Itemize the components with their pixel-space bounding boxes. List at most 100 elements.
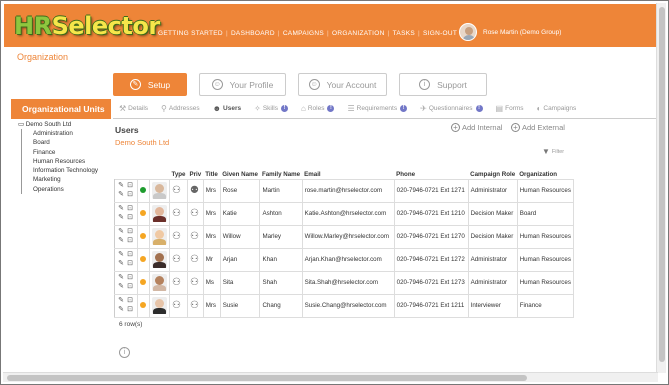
vertical-scrollbar[interactable] [656,3,666,373]
cell-email: Willow.Marley@hrselector.com [301,224,395,249]
edit-icon[interactable]: ✎ [117,251,125,259]
status-cell [137,201,150,226]
lock-icon[interactable]: ⊡ [126,274,134,282]
scroll-thumb[interactable] [7,375,527,381]
lock-icon[interactable]: ⊡ [126,297,134,305]
user-type-icon: ⚇ [172,300,181,311]
edit-icon[interactable]: ✎ [117,205,125,213]
tab-support[interactable]: i Support [399,73,487,96]
scroll-thumb[interactable] [659,7,665,362]
row-actions: ✎ ⊡ ✎ ⊡ [114,224,138,249]
subtab-addresses[interactable]: ⚲ Addresses [161,104,200,113]
cell-family: Marley [259,224,303,249]
person-icon: ☺ [308,79,320,90]
status-cell [137,270,150,295]
table-row[interactable]: ✎ ⊡ ✎ ⊡ ⚇ ⚇ Mrs Katie Ashton Katie.Ashton@hrselec… [114,201,574,226]
lock-icon[interactable]: ⊡ [126,191,134,199]
cell-phone: 020-7946-0721 Ext 1271 [393,178,469,203]
priv-cell: ⚇ [186,293,204,318]
tree-item[interactable]: Board [33,138,98,147]
tree-item[interactable]: Marketing [33,175,98,184]
list-icon: ☰ [347,104,355,113]
cell-given: Sita [219,270,261,295]
user-menu[interactable]: Rose Martin (Demo Group) [459,23,561,41]
edit-icon[interactable]: ✎ [117,297,125,305]
table-row[interactable]: ✎ ⊡ ✎ ⊡ ⚇ ⚇ Ms Sita Shah Sita.Shah@hrselector.com… [114,270,574,295]
status-cell [137,247,150,272]
subtab-requirements[interactable]: ☰ Requirements! [347,104,408,113]
cell-given: Arjan [219,247,261,272]
edit-icon[interactable]: ✎ [117,228,125,236]
subtab-details[interactable]: ⚒ Details [119,104,148,113]
edit-icon[interactable]: ✎ [117,182,125,190]
edit-icon[interactable]: ✎ [117,274,125,282]
top-nav: GETTING STARTED | DASHBOARD | CAMPAIGNS | ORGA… [158,30,460,37]
tree-item[interactable]: Finance [33,148,98,157]
avatar [152,251,167,268]
nav-campaigns[interactable]: CAMPAIGNS [283,30,324,37]
cell-role: Interviewer [467,293,518,318]
edit-icon[interactable]: ✎ [117,306,125,314]
info-icon[interactable]: i [119,347,130,358]
column-header: Given Name [222,171,258,179]
edit-icon[interactable]: ✎ [117,214,125,222]
lock-icon[interactable]: ⊡ [126,260,134,268]
lock-icon[interactable]: ⊡ [126,214,134,222]
subtab-users[interactable]: ☻ Users [213,104,242,113]
horizontal-scrollbar[interactable] [3,372,658,382]
type-cell: ⚇ [169,293,188,318]
table-row[interactable]: ✎ ⊡ ✎ ⊡ ⚇ ⚇ Mrs Susie Chang Susie.Chang@hrselecto… [114,293,574,318]
cell-phone: 020-7946-0721 Ext 1272 [393,247,469,272]
column-header [115,171,138,179]
nav-organization[interactable]: ORGANIZATION [332,30,385,37]
lock-icon[interactable]: ⊡ [126,228,134,236]
subtab-questionnaires[interactable]: ✈ Questionnaires! [420,104,483,113]
tree-item[interactable]: Administration [33,129,98,138]
edit-icon[interactable]: ✎ [117,260,125,268]
subtab-skills[interactable]: ✧ Skills! [254,104,288,113]
type-cell: ⚇ [169,224,188,249]
nav-sign-out[interactable]: SIGN-OUT [423,30,457,37]
tab-your-account[interactable]: ☺ Your Account [298,73,387,96]
users-table: Type Priv Title Given Name Family Name Email P… [114,171,574,318]
add-internal-button[interactable]: + Add Internal [451,123,502,132]
add-external-button[interactable]: + Add External [511,123,565,132]
cell-role: Decision Maker [467,224,518,249]
nav-tasks[interactable]: TASKS [393,30,415,37]
status-dot [140,186,146,193]
lock-icon[interactable]: ⊡ [126,205,134,213]
lock-icon[interactable]: ⊡ [126,251,134,259]
edit-icon[interactable]: ✎ [117,237,125,245]
table-row[interactable]: ✎ ⊡ ✎ ⊡ ⚇ ⚉ Mrs Rose Martin rose.martin@hrselecto… [114,178,574,203]
nav-getting-started[interactable]: GETTING STARTED [158,30,223,37]
edit-icon[interactable]: ✎ [117,191,125,199]
subtab-roles[interactable]: ⌂ Roles! [301,104,335,113]
photo-cell [149,293,170,318]
user-name: Rose Martin (Demo Group) [483,28,562,36]
tree-item[interactable]: Information Technology [33,166,98,175]
tab-setup[interactable]: ✎ Setup [113,73,187,96]
status-cell [137,224,150,249]
tree-item[interactable]: Operations [33,185,98,194]
table-row[interactable]: ✎ ⊡ ✎ ⊡ ⚇ ⚇ Mrs Willow Marley Willow.Marley@hrsel… [114,224,574,249]
nav-separator: | [327,30,330,37]
subtab-campaigns[interactable]: ◐ Campaigns [537,104,577,113]
tree-item[interactable]: Human Resources [33,157,98,166]
warning-badge: ! [281,105,288,112]
nav-separator: | [225,30,228,37]
lock-icon[interactable]: ⊡ [126,182,134,190]
subtab-label: Campaigns [543,105,577,112]
tree-root[interactable]: ▭ Demo South Ltd [18,121,98,128]
lock-icon[interactable]: ⊡ [126,237,134,245]
lock-icon[interactable]: ⊡ [126,306,134,314]
type-cell: ⚇ [169,201,188,226]
filter-button[interactable]: ▼ Filter [542,147,564,156]
table-row[interactable]: ✎ ⊡ ✎ ⊡ ⚇ ⚇ Mr Arjan Khan Arjan.Khan@hrselector.c… [114,247,574,272]
edit-icon[interactable]: ✎ [117,283,125,291]
sub-tabs: ⚒ Details ⚲ Addresses ☻ Users ✧ Skills! ⌂ Roles! ☰… [113,99,658,119]
subtab-forms[interactable]: ▤ Forms [496,104,524,113]
tab-your-profile[interactable]: ☺ Your Profile [199,73,286,96]
app-logo[interactable]: HRSelector [14,12,160,40]
nav-dashboard[interactable]: DASHBOARD [231,30,275,37]
lock-icon[interactable]: ⊡ [126,283,134,291]
